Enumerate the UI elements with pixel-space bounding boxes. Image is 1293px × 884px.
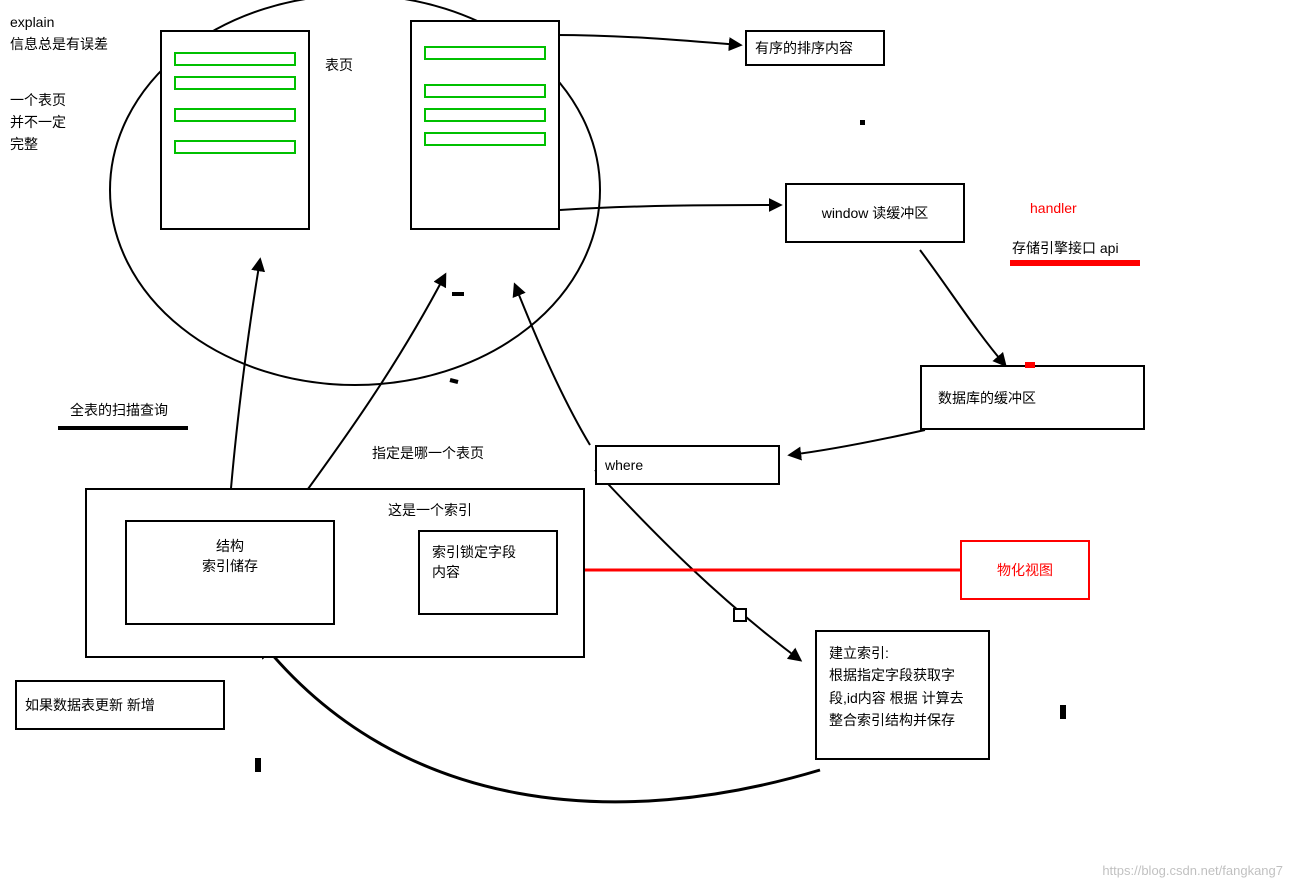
build-idx-line4: 整合索引结构并保存 bbox=[829, 709, 976, 731]
db-buffer-mark bbox=[1025, 362, 1035, 368]
full-scan-label: 全表的扫描查询 bbox=[70, 400, 168, 421]
stray-mark-icon bbox=[1060, 705, 1066, 719]
build-idx-line3: 段,id内容 根据 计算去 bbox=[829, 687, 976, 709]
explain-note-3: 并不一定 bbox=[10, 112, 66, 133]
tp1-row bbox=[174, 108, 296, 122]
materialized-view-label: 物化视图 bbox=[997, 560, 1053, 580]
struct-line1: 结构 bbox=[135, 536, 325, 556]
index-lock-line2: 内容 bbox=[432, 562, 544, 582]
tp2-row bbox=[424, 108, 546, 122]
tp1-row bbox=[174, 76, 296, 90]
specify-page-label: 指定是哪一个表页 bbox=[372, 443, 484, 464]
tp2-row bbox=[424, 84, 546, 98]
window-buffer-label: window 读缓冲区 bbox=[822, 203, 929, 223]
db-buffer-label: 数据库的缓冲区 bbox=[938, 388, 1036, 408]
storage-api-underline bbox=[1010, 260, 1140, 266]
tp2-row bbox=[424, 46, 546, 60]
window-buffer-box: window 读缓冲区 bbox=[785, 183, 965, 243]
watermark: https://blog.csdn.net/fangkang7 bbox=[1102, 863, 1283, 878]
sorted-content-box: 有序的排序内容 bbox=[745, 30, 885, 66]
build-idx-line2: 根据指定字段获取字 bbox=[829, 664, 976, 686]
explain-note-1: 信息总是有误差 bbox=[10, 34, 108, 55]
where-label: where bbox=[605, 457, 643, 473]
tp1-row bbox=[174, 52, 296, 66]
handler-label: handler bbox=[1030, 198, 1077, 219]
update-note-label: 如果数据表更新 新增 bbox=[25, 695, 155, 715]
index-storage-box: 结构 索引储存 bbox=[125, 520, 335, 625]
table-page-label: 表页 bbox=[325, 55, 353, 76]
build-index-box: 建立索引: 根据指定字段获取字 段,id内容 根据 计算去 整合索引结构并保存 bbox=[815, 630, 990, 760]
update-note-box: 如果数据表更新 新增 bbox=[15, 680, 225, 730]
sorted-content-label: 有序的排序内容 bbox=[755, 38, 853, 58]
db-buffer-box: 数据库的缓冲区 bbox=[920, 365, 1145, 430]
explain-note-4: 完整 bbox=[10, 134, 38, 155]
tp2-row bbox=[424, 132, 546, 146]
explain-title: explain bbox=[10, 12, 54, 33]
table-page-2 bbox=[410, 20, 560, 230]
index-lock-line1: 索引锁定字段 bbox=[432, 542, 544, 562]
stray-mark-icon bbox=[255, 758, 261, 772]
materialized-view-box: 物化视图 bbox=[960, 540, 1090, 600]
tp1-row bbox=[174, 140, 296, 154]
dot-icon bbox=[860, 120, 865, 125]
struct-line2: 索引储存 bbox=[135, 556, 325, 576]
build-idx-line1: 建立索引: bbox=[829, 642, 976, 664]
where-box: where bbox=[595, 445, 780, 485]
explain-note-2: 一个表页 bbox=[10, 90, 66, 111]
full-scan-underline bbox=[58, 426, 188, 430]
storage-api-label: 存储引擎接口 api bbox=[1012, 238, 1119, 259]
this-is-index-label: 这是一个索引 bbox=[388, 500, 472, 521]
index-lock-box: 索引锁定字段 内容 bbox=[418, 530, 558, 615]
table-page-1 bbox=[160, 30, 310, 230]
